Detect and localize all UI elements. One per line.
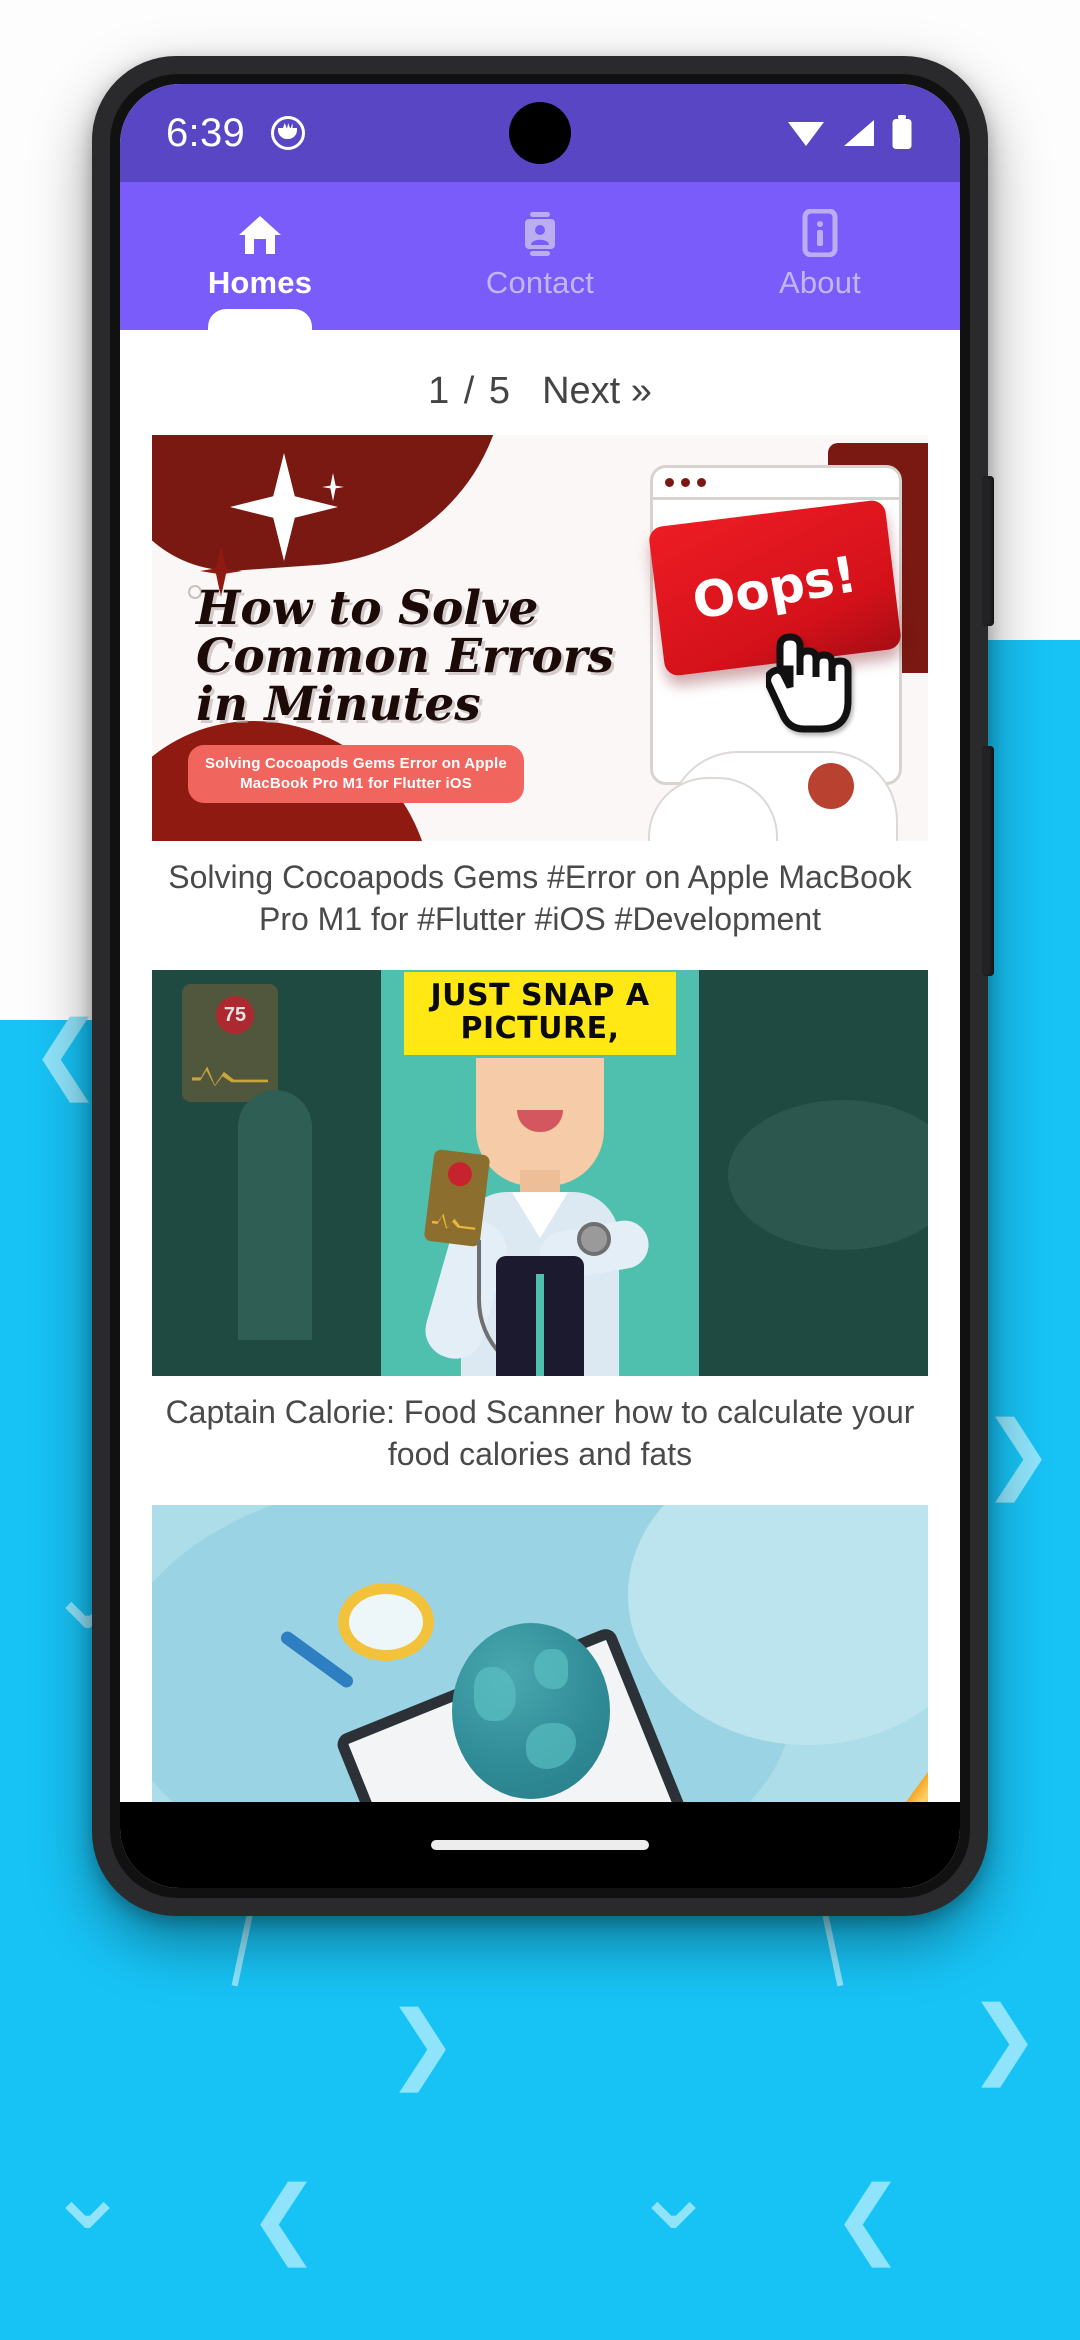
thumb2-shadow-arm xyxy=(238,1090,312,1341)
phone-screen: 6:39 Homes Contact About 1 / 5 Next » Oo… xyxy=(120,84,960,1888)
globe-continent xyxy=(534,1649,568,1690)
thumb1-headline: How to Solve Common Errors in Minutes xyxy=(196,581,615,732)
phone-bezel: 6:39 Homes Contact About 1 / 5 Next » Oo… xyxy=(110,74,970,1898)
how-to-solve-common-errors-thumbnail[interactable]: Oops! How to Solve Common Errors in Minu… xyxy=(152,435,928,841)
article-card-3[interactable] xyxy=(120,1505,960,1802)
home-icon xyxy=(237,211,283,257)
wallpaper-chevron: ❮ xyxy=(832,2168,905,2268)
thumb2-pulse-wave xyxy=(192,1066,268,1087)
globe-continent xyxy=(474,1667,516,1722)
cellular-signal-icon xyxy=(844,120,874,146)
magnifier-icon xyxy=(338,1583,434,1662)
contact-card-icon xyxy=(518,211,562,257)
battery-full-icon xyxy=(892,115,912,149)
thumb2-shadow-blob xyxy=(728,1100,928,1251)
wallpaper-chevron: ❮ xyxy=(248,2168,321,2268)
volume-button[interactable] xyxy=(982,746,994,976)
wifi-icon xyxy=(788,122,824,146)
thumb2-phone-badge: 75 xyxy=(216,996,254,1035)
wallpaper-chevron: ❯ xyxy=(968,1988,1041,2088)
thumb2-background-phone: 75 xyxy=(182,984,278,1103)
globe-magnifier-tablet-thumbnail[interactable] xyxy=(152,1505,928,1802)
oops-label: Oops! xyxy=(688,545,862,631)
doctor-legs xyxy=(496,1256,584,1377)
face-notification-icon xyxy=(271,116,306,150)
tab-active-indicator xyxy=(208,309,312,331)
article-card-2[interactable]: 75 JUST SNAP A PICTURE, Captain Calorie:… xyxy=(120,970,960,1501)
gesture-navigation-bar xyxy=(120,1802,960,1888)
thumb2-stage: JUST SNAP A PICTURE, xyxy=(381,970,699,1377)
thumb1-subtitle-pill: Solving Cocoapods Gems Error on Apple Ma… xyxy=(188,744,524,803)
status-bar-left: 6:39 xyxy=(166,110,306,156)
browser-dot xyxy=(665,478,674,487)
tab-about[interactable]: About xyxy=(680,182,960,330)
globe-continent xyxy=(526,1723,576,1770)
wallpaper-chevron: ⌄ xyxy=(630,2131,718,2253)
tab-contact[interactable]: Contact xyxy=(400,182,680,330)
article-feed[interactable]: 1 / 5 Next » Oops! How to Solve Common E… xyxy=(120,330,960,1802)
top-tab-bar: Homes Contact About xyxy=(120,182,960,331)
globe-icon xyxy=(452,1623,610,1800)
captain-calorie-thumbnail[interactable]: 75 JUST SNAP A PICTURE, xyxy=(152,970,928,1377)
browser-dot xyxy=(681,478,690,487)
tab-homes[interactable]: Homes xyxy=(120,182,400,331)
thumb1-sun xyxy=(808,763,854,809)
browser-dot xyxy=(697,478,706,487)
tab-contact-label: Contact xyxy=(485,265,595,300)
wallpaper-chevron: ⌄ xyxy=(44,2131,132,2253)
browser-titlebar xyxy=(653,468,899,500)
power-button[interactable] xyxy=(982,476,994,626)
wallpaper-chevron: ❯ xyxy=(386,1993,459,2093)
tab-about-label: About xyxy=(778,265,861,300)
next-page-button[interactable]: Next » xyxy=(542,370,652,413)
pencil-graphic xyxy=(817,1738,928,1802)
status-bar: 6:39 xyxy=(120,84,960,182)
home-indicator-pill[interactable] xyxy=(431,1840,649,1850)
pagination-row: 1 / 5 Next » xyxy=(120,330,960,435)
doctor-phone xyxy=(423,1149,491,1248)
article-caption: Solving Cocoapods Gems #Error on Apple M… xyxy=(168,859,912,937)
article-card-1[interactable]: Oops! How to Solve Common Errors in Minu… xyxy=(120,435,960,966)
page-counter: 1 / 5 xyxy=(428,370,513,412)
info-icon xyxy=(801,209,839,257)
tab-homes-label: Homes xyxy=(207,265,313,300)
status-bar-right xyxy=(786,115,914,151)
camera-punch-hole xyxy=(509,102,571,164)
thumb2-banner-text: JUST SNAP A PICTURE, xyxy=(404,972,676,1055)
status-bar-clock: 6:39 xyxy=(166,110,246,155)
hand-cursor-icon xyxy=(766,633,852,733)
stethoscope-head xyxy=(577,1222,611,1257)
doctor-phone-badge xyxy=(446,1160,474,1188)
article-caption: Captain Calorie: Food Scanner how to cal… xyxy=(165,1394,915,1472)
phone-device-frame: 6:39 Homes Contact About 1 / 5 Next » Oo… xyxy=(92,56,994,1916)
wallpaper-chevron: ❯ xyxy=(982,1403,1055,1503)
doctor-phone-wave xyxy=(431,1211,477,1232)
